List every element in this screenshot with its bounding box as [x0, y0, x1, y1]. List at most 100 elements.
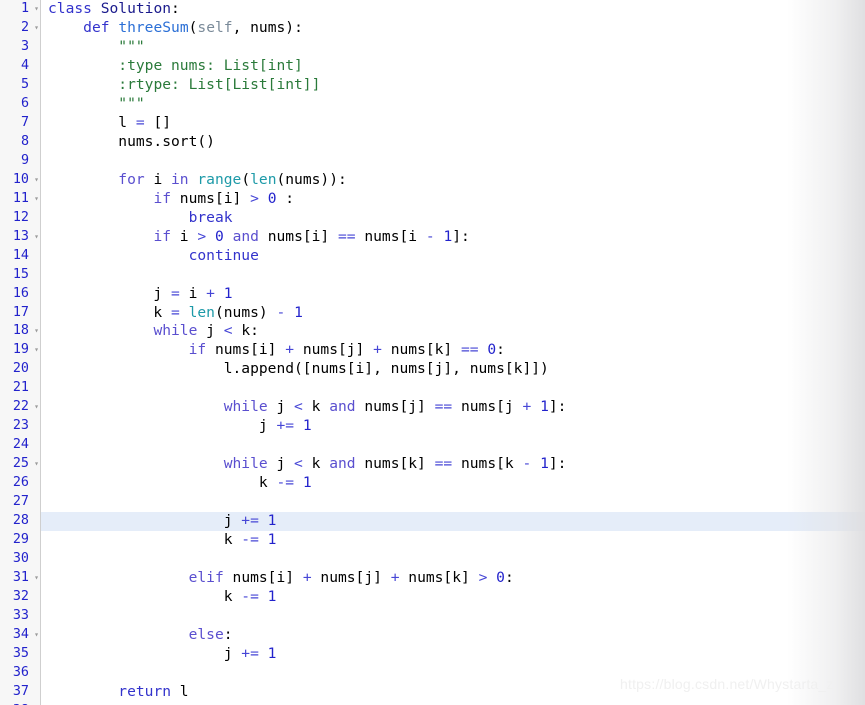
code-token: 1	[302, 417, 312, 435]
code-fold-arrow-icon[interactable]: ▾	[34, 322, 39, 341]
code-line[interactable]: k -= 1	[0, 474, 865, 493]
code-token: -	[522, 455, 532, 473]
line-number[interactable]: 25 ▾	[0, 455, 40, 474]
line-number-gutter[interactable]: 1 ▾ 2 ▾ 3 4 5 6 7 8 9 10 ▾ 11 ▾ 12 13 ▾ 14 15 16 17 18 ▾ 19 ▾ 20 21…	[0, 0, 41, 705]
line-number[interactable]: 19 ▾	[0, 341, 40, 360]
code-line[interactable]: while j < k:	[0, 322, 865, 341]
line-number[interactable]: 24	[0, 436, 40, 455]
line-number[interactable]: 13 ▾	[0, 228, 40, 247]
code-line[interactable]	[0, 607, 865, 626]
code-fold-arrow-icon[interactable]: ▾	[34, 190, 39, 209]
code-line[interactable]: while j < k and nums[j] == nums[j + 1]:	[0, 398, 865, 417]
code-fold-arrow-icon[interactable]: ▾	[34, 19, 39, 38]
code-line[interactable]: break	[0, 209, 865, 228]
code-line-highlighted[interactable]: j += 1	[0, 512, 865, 532]
code-line[interactable]	[0, 493, 865, 512]
line-number[interactable]: 14	[0, 247, 40, 266]
code-line[interactable]	[0, 379, 865, 398]
code-line[interactable]: j += 1	[0, 645, 865, 664]
line-number[interactable]: 12	[0, 209, 40, 228]
line-number[interactable]: 5	[0, 76, 40, 95]
line-number[interactable]: 11 ▾	[0, 190, 40, 209]
code-line[interactable]: j += 1	[0, 417, 865, 436]
code-token: j	[267, 455, 295, 473]
line-number[interactable]: 21	[0, 379, 40, 398]
code-line[interactable]: l = []	[0, 114, 865, 133]
line-number[interactable]: 1 ▾	[0, 0, 40, 19]
code-line[interactable]: """	[0, 38, 865, 57]
code-fold-arrow-icon[interactable]: ▾	[34, 455, 39, 474]
line-number[interactable]: 28	[0, 512, 40, 531]
code-editor[interactable]: 1 ▾ 2 ▾ 3 4 5 6 7 8 9 10 ▾ 11 ▾ 12 13 ▾ 14 15 16 17 18 ▾ 19 ▾ 20 21…	[0, 0, 865, 705]
code-fold-arrow-icon[interactable]: ▾	[34, 0, 39, 19]
code-line[interactable]: elif nums[i] + nums[j] + nums[k] > 0:	[0, 569, 865, 588]
code-fold-arrow-icon[interactable]: ▾	[34, 569, 39, 588]
line-number[interactable]: 3	[0, 38, 40, 57]
code-line[interactable]	[0, 550, 865, 569]
line-number[interactable]: 31 ▾	[0, 569, 40, 588]
line-number[interactable]: 23	[0, 417, 40, 436]
line-number[interactable]: 9	[0, 152, 40, 171]
line-number[interactable]: 27	[0, 493, 40, 512]
code-line[interactable]: l.append([nums[i], nums[j], nums[k]])	[0, 360, 865, 379]
line-number[interactable]: 7	[0, 114, 40, 133]
code-line[interactable]: def threeSum(self, nums):	[0, 19, 865, 38]
code-line[interactable]: k -= 1	[0, 531, 865, 550]
code-content-area[interactable]: class Solution: def threeSum(self, nums)…	[0, 0, 865, 705]
code-line[interactable]: if nums[i] > 0 :	[0, 190, 865, 209]
line-number[interactable]: 17	[0, 304, 40, 323]
code-line[interactable]: nums.sort()	[0, 133, 865, 152]
code-line[interactable]: :rtype: List[List[int]]	[0, 76, 865, 95]
line-number[interactable]: 4	[0, 57, 40, 76]
code-line[interactable]: if i > 0 and nums[i] == nums[i - 1]:	[0, 228, 865, 247]
line-number[interactable]: 35	[0, 645, 40, 664]
line-number[interactable]: 2 ▾	[0, 19, 40, 38]
code-line[interactable]: else:	[0, 626, 865, 645]
line-number[interactable]: 20	[0, 360, 40, 379]
line-number[interactable]: 10 ▾	[0, 171, 40, 190]
line-number[interactable]: 33	[0, 607, 40, 626]
code-fold-arrow-icon[interactable]: ▾	[34, 171, 39, 190]
code-line[interactable]: while j < k and nums[k] == nums[k - 1]:	[0, 455, 865, 474]
code-line[interactable]: continue	[0, 247, 865, 266]
code-line[interactable]	[0, 436, 865, 455]
line-number[interactable]: 18 ▾	[0, 322, 40, 341]
line-number[interactable]: 37	[0, 683, 40, 702]
code-line[interactable]: :type nums: List[int]	[0, 57, 865, 76]
code-line[interactable]	[0, 266, 865, 285]
code-token: +	[522, 398, 532, 416]
line-number[interactable]: 22 ▾	[0, 398, 40, 417]
line-number[interactable]: 15	[0, 266, 40, 285]
code-line[interactable]: class Solution:	[0, 0, 865, 19]
code-fold-arrow-icon[interactable]: ▾	[34, 626, 39, 645]
line-number[interactable]: 34 ▾	[0, 626, 40, 645]
code-line[interactable]: k = len(nums) - 1	[0, 304, 865, 323]
code-line[interactable]: for i in range(len(nums)):	[0, 171, 865, 190]
code-fold-arrow-icon[interactable]: ▾	[34, 341, 39, 360]
code-line[interactable]: if nums[i] + nums[j] + nums[k] == 0:	[0, 341, 865, 360]
code-token: self	[197, 18, 233, 36]
code-token: l.append([nums[i], nums[j], nums[k]])	[48, 360, 549, 378]
code-line[interactable]: k -= 1	[0, 588, 865, 607]
code-line[interactable]	[0, 152, 865, 171]
line-number[interactable]: 16	[0, 285, 40, 304]
line-number[interactable]: 30	[0, 550, 40, 569]
line-number[interactable]: 36	[0, 664, 40, 683]
code-fold-arrow-icon[interactable]: ▾	[34, 228, 39, 247]
code-token: 1	[540, 455, 549, 473]
code-fold-arrow-icon[interactable]: ▾	[34, 398, 39, 417]
line-number[interactable]: 26	[0, 474, 40, 493]
line-number[interactable]: 32	[0, 588, 40, 607]
code-token: nums[j]	[355, 398, 435, 416]
line-number[interactable]: 6	[0, 95, 40, 114]
code-line[interactable]: """	[0, 95, 865, 114]
line-number[interactable]: 8	[0, 133, 40, 152]
line-number[interactable]: 29	[0, 531, 40, 550]
code-line[interactable]: j = i + 1	[0, 285, 865, 304]
